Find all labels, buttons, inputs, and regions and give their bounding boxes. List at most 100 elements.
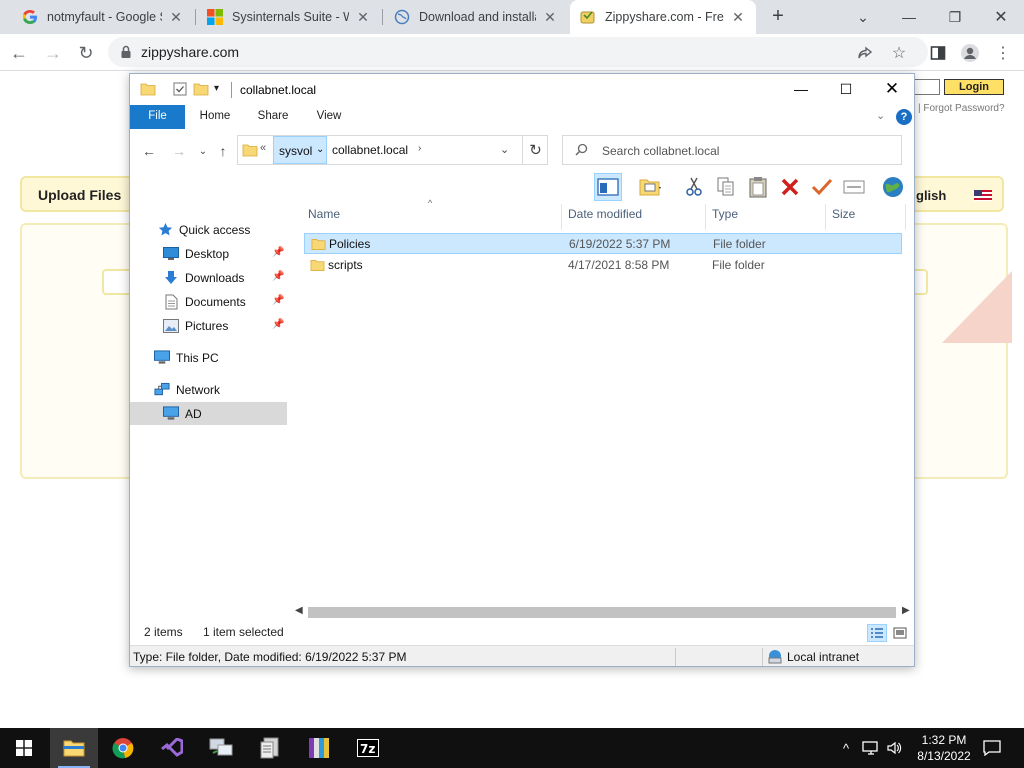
properties-checkbox-icon[interactable]: [172, 81, 188, 97]
cut-icon[interactable]: [680, 173, 708, 201]
view-options-button[interactable]: [632, 173, 670, 201]
login-button[interactable]: Login: [944, 79, 1004, 95]
globe-icon[interactable]: [879, 173, 907, 201]
pin-icon[interactable]: 📌: [272, 271, 284, 282]
notifications-icon[interactable]: [980, 728, 1004, 768]
delete-icon[interactable]: [776, 173, 804, 201]
back-icon[interactable]: ←: [6, 40, 32, 66]
pin-icon[interactable]: 📌: [272, 295, 284, 306]
close-tab-icon[interactable]: ✕: [168, 9, 184, 26]
chevron-down-icon[interactable]: ⌄: [316, 144, 324, 155]
up-icon[interactable]: ↑: [214, 142, 232, 160]
address-bar[interactable]: zippyshare.com ☆: [108, 37, 928, 67]
forward-icon[interactable]: →: [170, 142, 188, 160]
chrome-taskbar-icon[interactable]: [99, 728, 147, 768]
bookmark-star-icon[interactable]: ☆: [890, 44, 908, 62]
close-tab-icon[interactable]: ✕: [542, 9, 558, 26]
nav-item-network[interactable]: Network: [130, 378, 287, 401]
back-icon[interactable]: ←: [140, 142, 158, 160]
close-window-icon[interactable]: ✕: [978, 0, 1024, 34]
breadcrumb-segment-sysvol[interactable]: sysvol ⌄: [273, 136, 327, 164]
forward-icon[interactable]: →: [40, 40, 66, 66]
visual-studio-taskbar-icon[interactable]: [148, 728, 196, 768]
maximize-icon[interactable]: ☐: [823, 74, 869, 104]
browser-tab-active[interactable]: Zippyshare.com - Free ✕: [570, 0, 756, 34]
password-input[interactable]: [914, 79, 940, 95]
checkmark-icon[interactable]: [808, 173, 836, 201]
network-tray-icon[interactable]: [860, 728, 882, 768]
volume-icon[interactable]: [884, 728, 904, 768]
recent-locations-icon[interactable]: ⌄: [194, 142, 212, 160]
new-folder-icon[interactable]: [193, 81, 209, 97]
search-input[interactable]: Search collabnet.local: [562, 135, 902, 165]
close-icon[interactable]: ✕: [869, 74, 914, 104]
table-row[interactable]: scripts 4/17/2021 8:58 PM File folder: [304, 255, 902, 276]
file-explorer-taskbar-icon[interactable]: [50, 728, 98, 768]
help-icon[interactable]: ?: [896, 109, 912, 125]
restore-icon[interactable]: ❐: [932, 0, 978, 34]
chevron-down-icon[interactable]: ⌄: [500, 143, 509, 156]
nav-item-this-pc[interactable]: This PC: [130, 346, 287, 369]
large-icons-view-button[interactable]: [890, 624, 910, 642]
reload-icon[interactable]: ↻: [73, 40, 99, 66]
customize-toolbar-icon[interactable]: ▾: [214, 83, 230, 99]
winrar-taskbar-icon[interactable]: [295, 728, 343, 768]
forgot-password-link[interactable]: | Forgot Password?: [918, 103, 1005, 114]
breadcrumb[interactable]: « sysvol ⌄ collabnet.local › ⌄: [237, 135, 548, 165]
taskbar: 7z ^ 1:32 PM 8/13/2022: [0, 728, 1024, 768]
side-panel-icon[interactable]: [925, 40, 951, 66]
column-header-date[interactable]: Date modified: [564, 204, 706, 230]
tab-view[interactable]: View: [306, 105, 352, 129]
upload-files-tab[interactable]: Upload Files: [20, 176, 132, 212]
close-tab-icon[interactable]: ✕: [355, 9, 371, 26]
chrome-menu-icon[interactable]: ⋮: [990, 40, 1016, 66]
paste-icon[interactable]: [744, 173, 772, 201]
share-icon[interactable]: [856, 44, 874, 62]
browser-tab[interactable]: notmyfault - Google Se ✕: [12, 0, 194, 34]
chevron-right-icon[interactable]: ›: [418, 143, 421, 154]
new-tab-button[interactable]: +: [766, 5, 790, 29]
nav-item-pictures[interactable]: Pictures 📌: [130, 314, 287, 337]
minimize-icon[interactable]: —: [778, 74, 824, 104]
horizontal-scrollbar[interactable]: ◀ ▶: [292, 604, 914, 621]
tab-home[interactable]: Home: [192, 105, 238, 129]
close-tab-icon[interactable]: ✕: [730, 9, 746, 26]
expand-ribbon-icon[interactable]: ⌄: [876, 109, 885, 122]
browser-tab[interactable]: Download and installat ✕: [384, 0, 568, 34]
lock-icon[interactable]: [120, 45, 132, 62]
copy-icon[interactable]: [712, 173, 740, 201]
nav-item-desktop[interactable]: Desktop 📌: [130, 242, 287, 265]
show-hidden-icons[interactable]: ^: [836, 728, 856, 768]
windows-start-icon[interactable]: [0, 728, 48, 768]
preview-pane-button[interactable]: [594, 173, 622, 201]
column-header-name[interactable]: Name: [304, 204, 562, 230]
breadcrumb-segment-collabnet[interactable]: collabnet.local: [332, 136, 408, 164]
language-tab[interactable]: glish: [912, 176, 1004, 212]
column-header-size[interactable]: Size: [828, 204, 906, 230]
nav-item-ad[interactable]: AD: [130, 402, 287, 425]
browser-tab[interactable]: Sysinternals Suite - Wi ✕: [197, 0, 381, 34]
tab-file[interactable]: File: [130, 105, 185, 129]
7zip-taskbar-icon[interactable]: 7z: [344, 728, 392, 768]
scrollbar-thumb[interactable]: [308, 607, 896, 618]
details-view-button[interactable]: [867, 624, 887, 642]
refresh-button[interactable]: ↻: [522, 135, 548, 165]
taskbar-clock[interactable]: 1:32 PM 8/13/2022: [906, 732, 982, 764]
network-connections-taskbar-icon[interactable]: [197, 728, 245, 768]
tab-search-icon[interactable]: ⌄: [840, 0, 886, 34]
server-manager-taskbar-icon[interactable]: [246, 728, 294, 768]
tab-share[interactable]: Share: [250, 105, 296, 129]
breadcrumb-overflow[interactable]: «: [260, 142, 266, 154]
pin-icon[interactable]: 📌: [272, 247, 284, 258]
column-header-type[interactable]: Type: [708, 204, 826, 230]
scroll-left-icon[interactable]: ◀: [295, 605, 303, 616]
pin-icon[interactable]: 📌: [272, 319, 284, 330]
table-row[interactable]: Policies 6/19/2022 5:37 PM File folder: [304, 233, 902, 254]
rename-icon[interactable]: [840, 173, 868, 201]
minimize-icon[interactable]: —: [886, 0, 932, 34]
nav-item-documents[interactable]: Documents 📌: [130, 290, 287, 313]
scroll-right-icon[interactable]: ▶: [902, 605, 910, 616]
profile-avatar-icon[interactable]: [957, 40, 983, 66]
nav-item-quick-access[interactable]: Quick access: [130, 218, 287, 241]
nav-item-downloads[interactable]: Downloads 📌: [130, 266, 287, 289]
